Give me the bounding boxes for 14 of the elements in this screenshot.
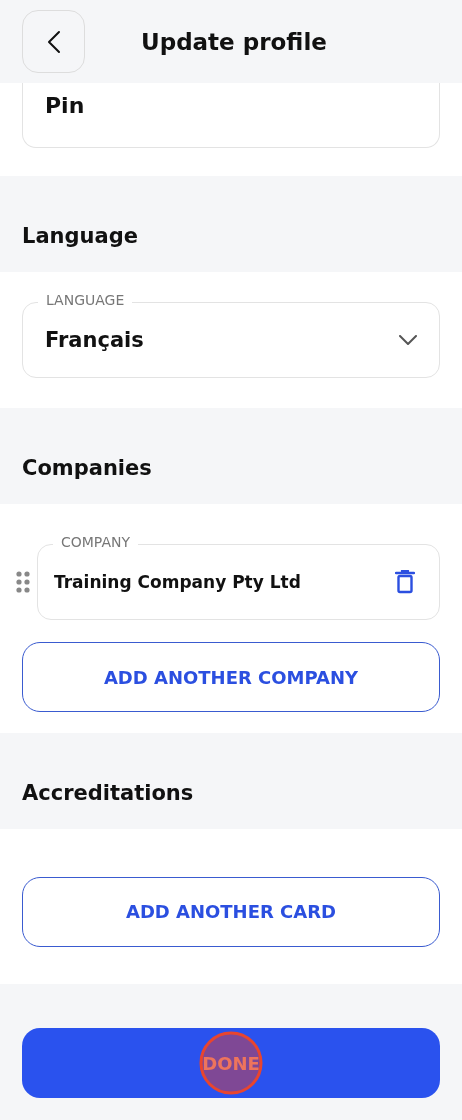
chevron-down-icon [399, 335, 417, 345]
touch-indicator-icon [199, 1031, 263, 1095]
pin-field[interactable]: Pin [22, 83, 440, 148]
field-label: LANGUAGE [38, 292, 133, 308]
add-company-button[interactable]: ADD ANOTHER COMPANY [22, 642, 440, 712]
section-heading: Companies [22, 456, 152, 480]
add-card-button[interactable]: ADD ANOTHER CARD [22, 876, 440, 947]
section-heading: Language [22, 224, 138, 248]
trash-icon[interactable] [395, 570, 415, 594]
field-label: COMPANY [53, 534, 139, 550]
drag-handle-icon[interactable] [16, 571, 30, 593]
back-icon [46, 29, 61, 54]
section-heading: Accreditations [22, 781, 194, 805]
page-title: Update profile [141, 28, 327, 55]
